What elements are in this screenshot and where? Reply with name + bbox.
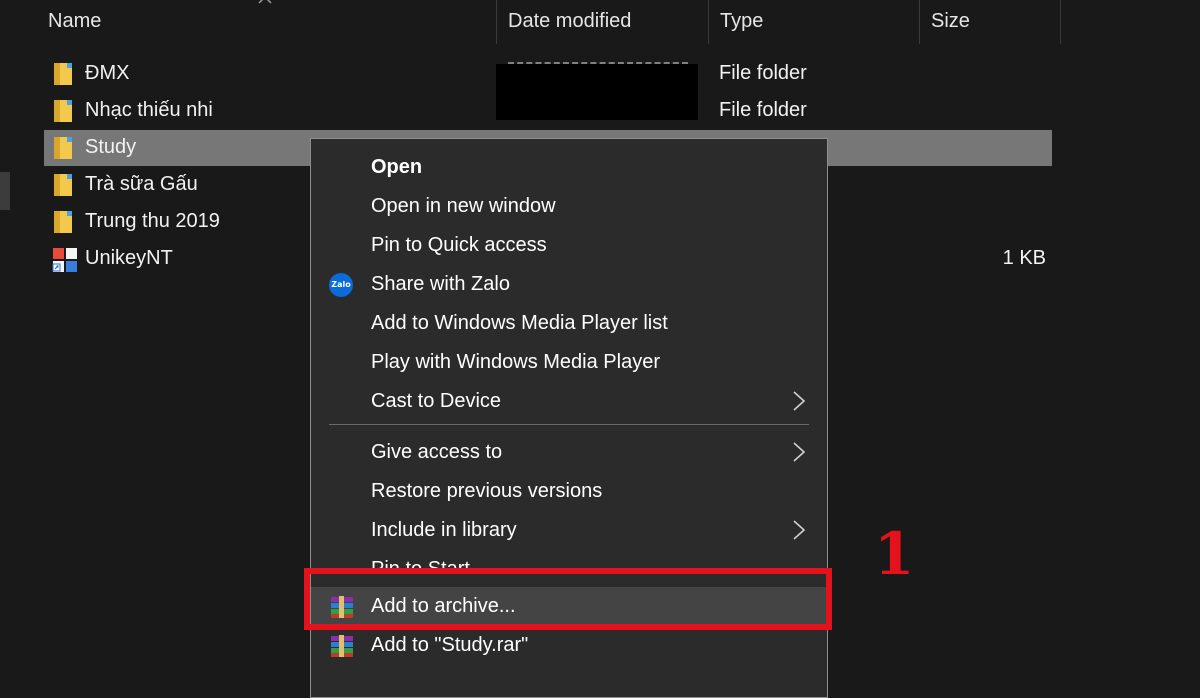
folder-icon (52, 136, 76, 160)
file-type: File folder (719, 62, 807, 84)
column-header-name[interactable]: Name (48, 10, 101, 33)
zalo-icon: Zalo (329, 273, 355, 297)
file-type: File folder (719, 99, 807, 121)
menu-item-open-in-new-window[interactable]: Open in new window (311, 187, 827, 225)
chevron-right-icon (793, 520, 806, 540)
chevron-right-icon (793, 391, 806, 411)
menu-item-label: Pin to Quick access (371, 234, 547, 256)
unikey-shortcut-icon (52, 247, 77, 272)
file-name: Trà sữa Gấu (85, 173, 198, 195)
file-name: Study (85, 136, 137, 158)
file-size: 1 KB (1002, 247, 1046, 269)
chevron-right-icon (793, 442, 806, 462)
column-divider[interactable] (496, 0, 497, 44)
menu-item-pin-to-quick-access[interactable]: Pin to Quick access (311, 226, 827, 264)
menu-item-label: Open in new window (371, 195, 556, 217)
menu-item-label: Share with Zalo (371, 273, 510, 295)
file-name: UnikeyNT (85, 247, 173, 269)
menu-item-label: Play with Windows Media Player (371, 351, 660, 373)
file-name: Nhạc thiếu nhi (85, 99, 213, 121)
navigation-pane-scrollbar[interactable] (0, 172, 10, 210)
column-divider[interactable] (919, 0, 920, 44)
menu-item-share-with-zalo[interactable]: Zalo Share with Zalo (311, 265, 827, 303)
menu-item-label: Add to "Study.rar" (371, 634, 529, 656)
column-divider[interactable] (1060, 0, 1061, 44)
menu-item-label: Restore previous versions (371, 480, 603, 502)
annotation-highlight-box (304, 568, 832, 630)
menu-item-label: Give access to (371, 441, 503, 463)
folder-icon (52, 99, 76, 123)
winrar-icon (331, 635, 353, 657)
column-header-type[interactable]: Type (720, 10, 763, 33)
menu-item-add-to-wmp-list[interactable]: Add to Windows Media Player list (311, 304, 827, 342)
menu-item-open[interactable]: Open (311, 148, 827, 186)
menu-item-cast-to-device[interactable]: Cast to Device (311, 382, 827, 420)
menu-item-include-in-library[interactable]: Include in library (311, 511, 827, 549)
column-header-size[interactable]: Size (931, 10, 970, 33)
menu-item-label: Open (371, 156, 423, 178)
menu-item-restore-previous-versions[interactable]: Restore previous versions (311, 472, 827, 510)
annotation-step-number: 1 (874, 520, 915, 588)
folder-icon (52, 210, 76, 234)
file-name: ĐMX (85, 62, 130, 84)
folder-icon (52, 62, 76, 86)
menu-separator (329, 424, 809, 425)
folder-icon (52, 173, 76, 197)
menu-item-play-with-wmp[interactable]: Play with Windows Media Player (311, 343, 827, 381)
menu-item-label: Include in library (371, 519, 517, 541)
column-divider[interactable] (708, 0, 709, 44)
menu-item-give-access-to[interactable]: Give access to (311, 433, 827, 471)
menu-item-label: Cast to Device (371, 390, 502, 412)
column-header-date-modified[interactable]: Date modified (508, 10, 631, 33)
menu-item-add-to-study-rar[interactable]: Add to "Study.rar" (311, 626, 827, 664)
menu-item-label: Add to Windows Media Player list (371, 312, 668, 334)
sort-ascending-icon (258, 0, 272, 4)
column-header-bar: Name Date modified Type Size (0, 0, 1200, 44)
file-name: Trung thu 2019 (85, 210, 220, 232)
redacted-date-block (496, 64, 698, 120)
